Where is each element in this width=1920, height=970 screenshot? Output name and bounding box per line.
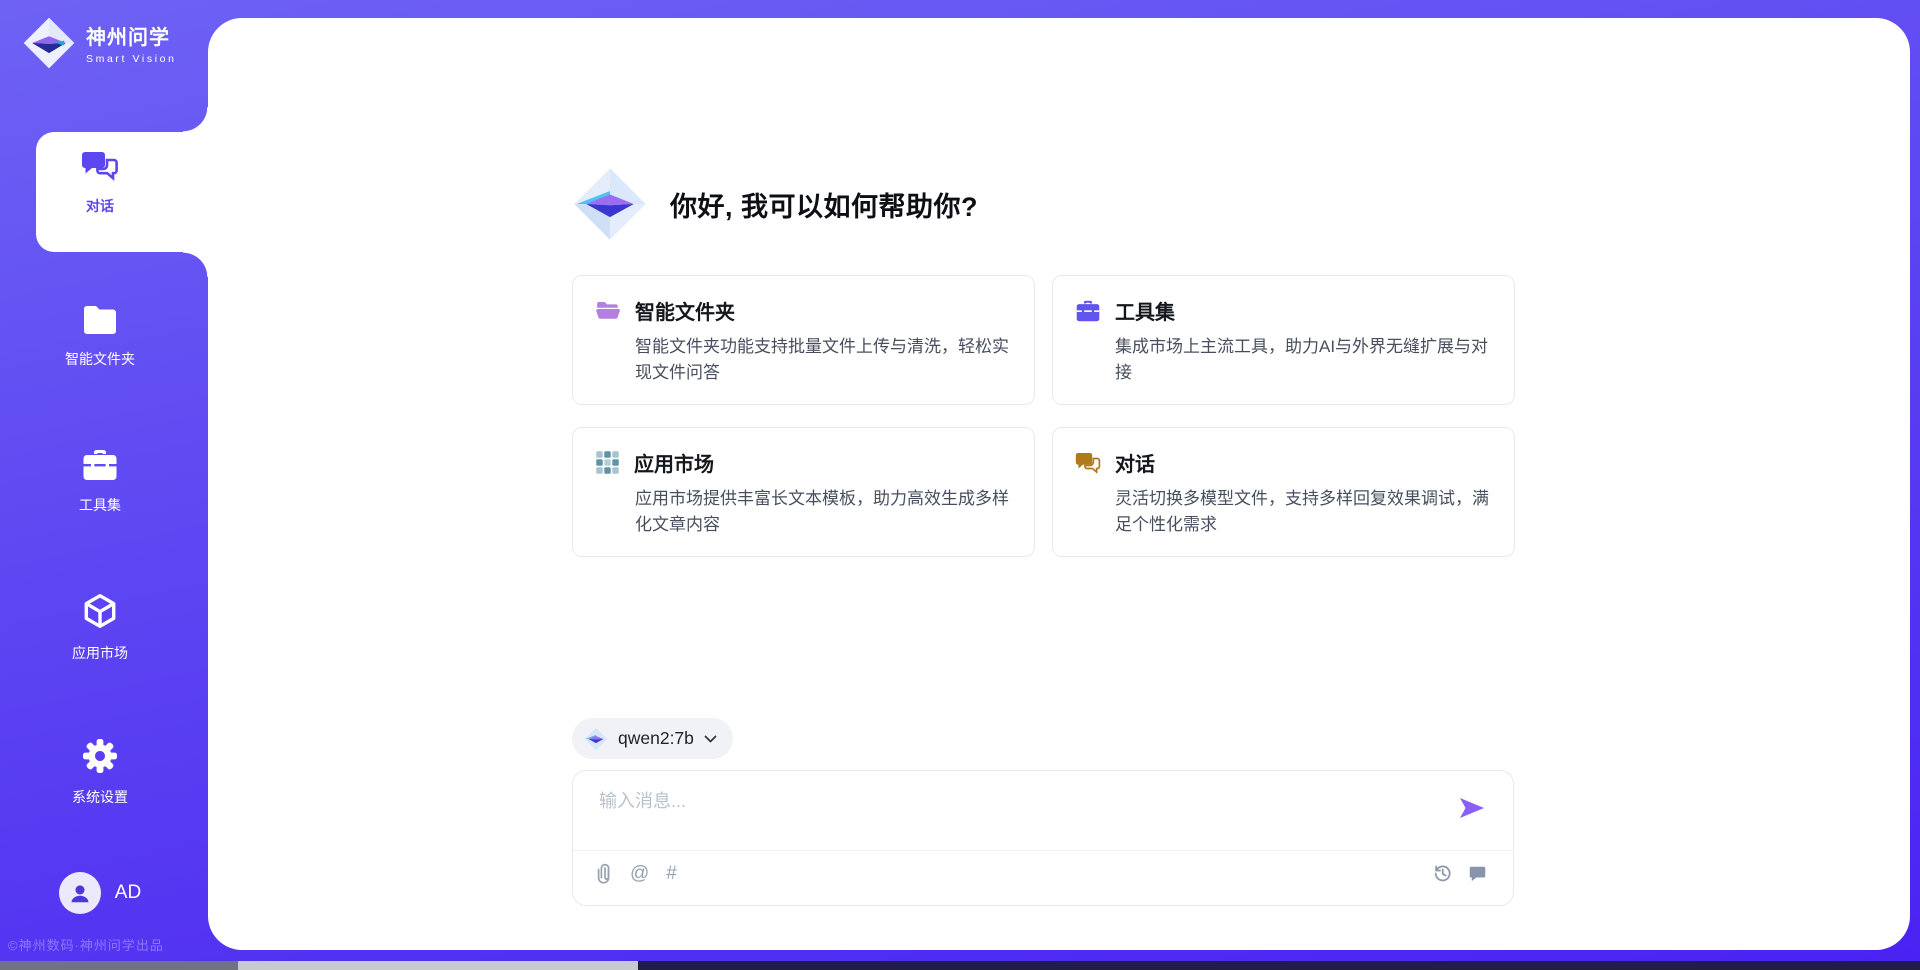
card-chat[interactable]: 对话 灵活切换多模型文件，支持多样回复效果调试，满足个性化需求 (1052, 427, 1515, 557)
at-icon[interactable]: @ (630, 864, 649, 883)
sidebar-item-toolset[interactable]: 工具集 (0, 448, 200, 515)
composer-divider (573, 850, 1513, 851)
chat-icon (80, 148, 120, 184)
brand-logo: 神州问学 Smart Vision (22, 16, 177, 70)
greeting-title: 你好, 我可以如何帮助你? (670, 185, 978, 224)
message-input[interactable] (597, 785, 1411, 845)
card-description: 应用市场提供丰富长文本模板，助力高效生成多样化文章内容 (635, 486, 1012, 539)
chevron-down-icon (704, 735, 717, 743)
card-title: 智能文件夹 (635, 296, 735, 325)
send-icon (1459, 797, 1485, 819)
briefcase-icon (1075, 298, 1101, 324)
card-toolset[interactable]: 工具集 集成市场上主流工具，助力AI与外界无缝扩展与对接 (1052, 275, 1515, 405)
feature-cards: 智能文件夹 智能文件夹功能支持批量文件上传与清洗，轻松实现文件问答 工具集 集成… (572, 275, 1516, 557)
person-icon (67, 880, 93, 906)
copyright-footer: ©神州数码·神州问学出品 (8, 935, 164, 954)
user-account[interactable]: AD (0, 872, 200, 914)
chat-bubbles-icon (1075, 451, 1101, 475)
folder-icon (81, 304, 119, 336)
card-description: 集成市场上主流工具，助力AI与外界无缝扩展与对接 (1115, 334, 1492, 387)
sidebar-item-chat[interactable]: 对话 (36, 148, 164, 216)
sidebar-item-label: 智能文件夹 (0, 349, 200, 369)
gear-icon (82, 738, 118, 774)
sidebar-item-label: 系统设置 (0, 787, 200, 807)
brand-diamond-icon (572, 166, 648, 242)
avatar (59, 872, 101, 914)
brand-subtitle: Smart Vision (86, 53, 177, 65)
brand-diamond-icon (584, 727, 608, 751)
composer-toolbar: @ # (597, 863, 1487, 884)
card-description: 智能文件夹功能支持批量文件上传与清洗，轻松实现文件问答 (635, 334, 1012, 387)
app-window: 神州问学 Smart Vision 对话 智能文件夹 工具集 (0, 0, 1920, 970)
grid-icon (595, 450, 620, 475)
sidebar-item-market[interactable]: 应用市场 (0, 592, 200, 663)
brand-name: 神州问学 (86, 21, 177, 50)
model-name: qwen2:7b (618, 728, 694, 749)
model-selector[interactable]: qwen2:7b (572, 718, 733, 759)
card-smart-folder[interactable]: 智能文件夹 智能文件夹功能支持批量文件上传与清洗，轻松实现文件问答 (572, 275, 1035, 405)
hash-icon[interactable]: # (666, 864, 677, 883)
card-title: 工具集 (1115, 296, 1175, 325)
brand-diamond-icon (22, 16, 76, 70)
greeting-section: 你好, 我可以如何帮助你? (572, 165, 978, 243)
scrollbar-thumb[interactable] (238, 961, 638, 970)
card-title: 应用市场 (634, 448, 714, 477)
card-app-market[interactable]: 应用市场 应用市场提供丰富长文本模板，助力高效生成多样化文章内容 (572, 427, 1035, 557)
sidebar-item-settings[interactable]: 系统设置 (0, 738, 200, 807)
sidebar-item-label: 工具集 (0, 495, 200, 515)
scrollbar-segment (0, 961, 238, 970)
user-initials: AD (115, 882, 141, 904)
history-icon[interactable] (1432, 863, 1453, 884)
card-title: 对话 (1115, 448, 1155, 477)
message-composer: @ # (572, 770, 1514, 906)
cube-icon (81, 592, 119, 630)
folder-open-icon (595, 298, 621, 324)
paperclip-icon[interactable] (597, 863, 613, 884)
tab-curve-bottom (183, 252, 208, 277)
sidebar-item-folders[interactable]: 智能文件夹 (0, 304, 200, 369)
sidebar-item-label: 应用市场 (0, 643, 200, 663)
comment-icon[interactable] (1468, 864, 1487, 883)
main-content-panel: 你好, 我可以如何帮助你? 智能文件夹 智能文件夹功能支持批量文件上传与清洗，轻… (208, 18, 1910, 950)
sidebar-item-label: 对话 (36, 196, 164, 216)
card-description: 灵活切换多模型文件，支持多样回复效果调试，满足个性化需求 (1115, 486, 1492, 539)
bottom-scrollbar[interactable] (0, 961, 1920, 970)
briefcase-icon (81, 448, 119, 482)
send-button[interactable] (1459, 797, 1485, 824)
tab-curve-top (183, 107, 208, 132)
